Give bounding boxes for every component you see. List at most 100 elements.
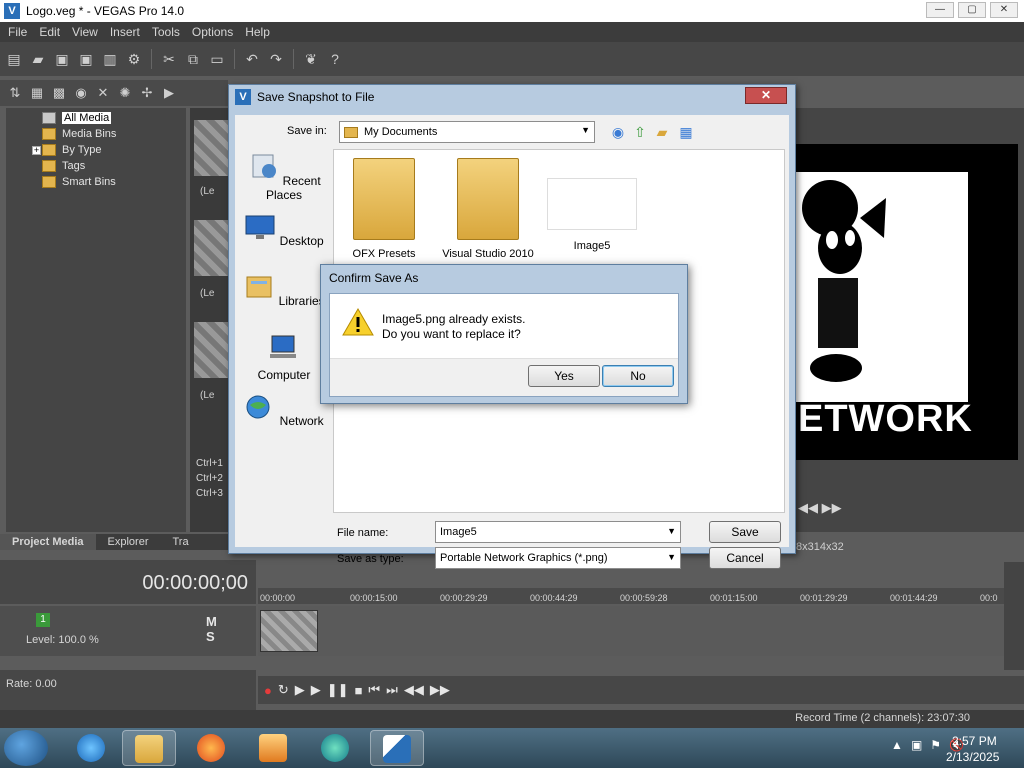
tree-item-media-bins[interactable]: Media Bins xyxy=(42,126,116,142)
taskbar-vegas-pro[interactable] xyxy=(370,730,424,766)
loop-icon[interactable]: ↻ xyxy=(278,682,289,698)
play-icon[interactable]: ▶ xyxy=(311,682,321,698)
tree-item-label: Tags xyxy=(62,160,86,172)
menu-help[interactable]: Help xyxy=(239,25,276,39)
track-area[interactable] xyxy=(258,606,1004,656)
save-icon[interactable]: ▣ xyxy=(52,49,72,69)
show-hidden-icons-icon[interactable]: ▲ xyxy=(891,738,903,752)
taskbar-file-explorer[interactable] xyxy=(122,730,176,766)
place-libraries[interactable]: Libraries xyxy=(241,273,327,308)
record-icon[interactable]: ● xyxy=(264,683,272,698)
place-recent-places[interactable]: Recent Places xyxy=(241,153,327,202)
taskbar-internet-explorer[interactable] xyxy=(64,730,118,766)
thumbnail-label: (Le xyxy=(200,288,215,299)
up-one-level-icon[interactable]: ⇧ xyxy=(631,123,649,141)
import-media-icon[interactable]: ⇅ xyxy=(6,84,24,102)
stop-icon[interactable]: ■ xyxy=(355,683,363,698)
taskbar-firefox[interactable] xyxy=(184,730,238,766)
properties-gear-icon[interactable]: ⚙ xyxy=(124,49,144,69)
clock-time[interactable]: 2:57 PM xyxy=(952,734,997,748)
open-icon[interactable]: ▰ xyxy=(28,49,48,69)
mute-solo-buttons[interactable]: M S xyxy=(206,614,256,644)
file-item-ofx-presets[interactable]: OFX Presets xyxy=(334,158,434,260)
redo-icon[interactable]: ↷ xyxy=(266,49,286,69)
taskbar-edge[interactable] xyxy=(308,730,362,766)
maximize-button[interactable]: ▢ xyxy=(958,2,986,18)
action-center-flag-icon[interactable]: ⚑ xyxy=(930,738,941,752)
back-icon[interactable]: ◉ xyxy=(609,123,627,141)
capture-icon[interactable]: ▦ xyxy=(28,84,46,102)
expand-icon[interactable]: + xyxy=(32,145,41,155)
cancel-button[interactable]: Cancel xyxy=(709,547,781,569)
menu-edit[interactable]: Edit xyxy=(33,25,66,39)
paste-icon[interactable]: ▭ xyxy=(207,49,227,69)
chevron-down-icon[interactable]: ▼ xyxy=(667,526,676,536)
ruler-tick-label: 00:00:44:29 xyxy=(530,593,578,603)
start-button[interactable] xyxy=(4,730,48,766)
tree-item-by-type[interactable]: + By Type xyxy=(32,142,102,158)
minimize-button[interactable]: — xyxy=(926,2,954,18)
undo-icon[interactable]: ↶ xyxy=(242,49,262,69)
tree-item-tags[interactable]: Tags xyxy=(42,158,85,174)
place-network[interactable]: Network xyxy=(241,393,327,428)
timeline-ruler[interactable]: 00:00:00 00:00:15:00 00:00:29:29 00:00:4… xyxy=(258,588,1004,604)
copy-icon[interactable]: ⧉ xyxy=(183,49,203,69)
menu-view[interactable]: View xyxy=(66,25,104,39)
next-frame-icon[interactable]: ▶▶ xyxy=(430,682,450,698)
tab-project-media[interactable]: Project Media xyxy=(0,534,96,550)
web-media-icon[interactable]: ◉ xyxy=(72,84,90,102)
new-project-icon[interactable]: ▤ xyxy=(4,49,24,69)
enable-snapping-icon[interactable]: ❦ xyxy=(301,49,321,69)
save-button[interactable]: Save xyxy=(709,521,781,543)
new-folder-icon[interactable]: ▰ xyxy=(653,123,671,141)
network-icon[interactable]: ▣ xyxy=(911,738,922,752)
folder-icon xyxy=(457,158,519,240)
taskbar-media-player[interactable] xyxy=(246,730,300,766)
previous-frame-icon[interactable]: ◀◀ xyxy=(404,682,424,698)
menu-options[interactable]: Options xyxy=(186,25,239,39)
media-fx-icon[interactable]: ✺ xyxy=(116,84,134,102)
media-thumbnail[interactable] xyxy=(194,220,230,276)
place-computer[interactable]: Computer xyxy=(241,333,327,382)
tree-item-all-media[interactable]: All Media xyxy=(42,110,112,126)
dialog-title: Confirm Save As xyxy=(329,271,419,285)
save-as-type-dropdown[interactable]: Portable Network Graphics (*.png) ▼ xyxy=(435,547,681,569)
tab-explorer[interactable]: Explorer xyxy=(96,534,161,550)
main-toolbar: ▤ ▰ ▣ ▣ ▥ ⚙ ✂ ⧉ ▭ ↶ ↷ ❦ ? xyxy=(0,42,1024,76)
remove-media-icon[interactable]: ✕ xyxy=(94,84,112,102)
view-menu-icon[interactable]: ▦ xyxy=(677,123,695,141)
pause-icon[interactable]: ❚❚ xyxy=(327,682,349,698)
menu-insert[interactable]: Insert xyxy=(104,25,146,39)
ruler-tick-label: 00:01:44:29 xyxy=(890,593,938,603)
cut-icon[interactable]: ✂ xyxy=(159,49,179,69)
menu-tools[interactable]: Tools xyxy=(146,25,186,39)
tree-item-smart-bins[interactable]: Smart Bins xyxy=(42,174,116,190)
preview-frame-controls[interactable]: ◀◀ ▶▶ xyxy=(798,500,842,516)
video-clip[interactable] xyxy=(260,610,318,652)
whats-this-help-icon[interactable]: ? xyxy=(325,49,345,69)
media-thumbnail[interactable] xyxy=(194,120,230,176)
media-thumbnail[interactable] xyxy=(194,322,230,378)
play-preview-icon[interactable]: ▶ xyxy=(160,84,178,102)
file-item-visual-studio-2010[interactable]: Visual Studio 2010 xyxy=(438,158,538,260)
ruler-tick-label: 00:0 xyxy=(980,593,998,603)
save-as-icon[interactable]: ▣ xyxy=(76,49,96,69)
no-button[interactable]: No xyxy=(602,365,674,387)
clock-date[interactable]: 2/13/2025 xyxy=(946,750,999,764)
place-desktop[interactable]: Desktop xyxy=(241,213,327,248)
get-media-icon[interactable]: ▩ xyxy=(50,84,68,102)
save-in-dropdown[interactable]: My Documents ▼ xyxy=(339,121,595,143)
dialog-close-button[interactable]: ✕ xyxy=(745,87,787,104)
go-to-start-icon[interactable]: ⏮ xyxy=(368,682,380,698)
tab-transitions[interactable]: Tra xyxy=(161,534,201,550)
play-from-start-icon[interactable]: ▶ xyxy=(295,682,305,698)
yes-button[interactable]: Yes xyxy=(528,365,600,387)
auto-preview-icon[interactable]: ✢ xyxy=(138,84,156,102)
file-name-input[interactable]: Image5 ▼ xyxy=(435,521,681,543)
go-to-end-icon[interactable]: ⏭ xyxy=(386,682,398,698)
close-button[interactable]: ✕ xyxy=(990,2,1018,18)
menu-file[interactable]: File xyxy=(2,25,33,39)
render-icon[interactable]: ▥ xyxy=(100,49,120,69)
timeline-vertical-scrollbar[interactable] xyxy=(1004,562,1024,670)
file-item-image5[interactable]: Image5 xyxy=(542,158,642,252)
